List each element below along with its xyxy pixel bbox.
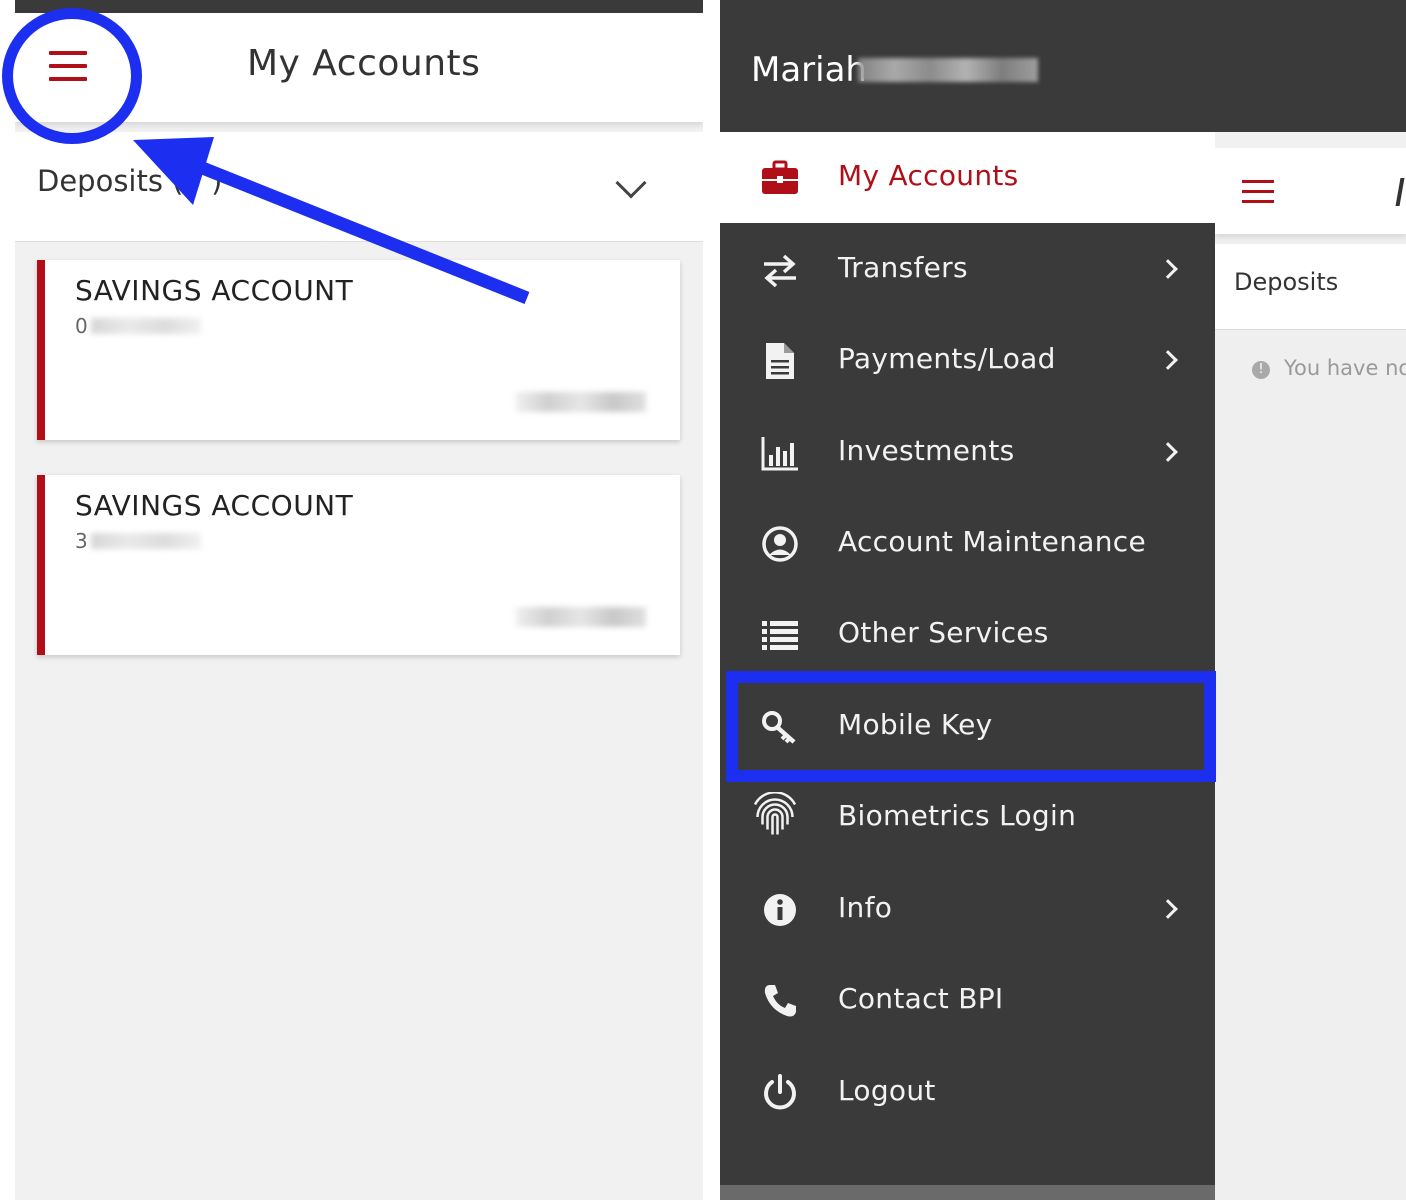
nav-item-logout[interactable]: Logout xyxy=(720,1047,1215,1138)
deposits-label: Deposits ( ) xyxy=(37,164,223,198)
background-app-header xyxy=(1215,148,1406,234)
nav-item-contact-bpi[interactable]: Contact BPI xyxy=(720,955,1215,1046)
list-icon xyxy=(762,621,798,650)
nav-item-label: Other Services xyxy=(838,616,1049,649)
nav-item-info[interactable]: Info xyxy=(720,864,1215,955)
nav-item-transfers[interactable]: Transfers xyxy=(720,224,1215,315)
redacted-account-number xyxy=(91,318,201,334)
alert-icon: ! xyxy=(1252,361,1270,379)
hamburger-menu-icon[interactable] xyxy=(49,51,87,81)
user-circle-icon xyxy=(762,526,798,562)
nav-item-payments-load[interactable]: Payments/Load xyxy=(720,315,1215,406)
chevron-right-icon xyxy=(1158,259,1178,279)
chevron-right-icon xyxy=(1158,350,1178,370)
account-number: 0 xyxy=(75,314,88,338)
empty-notice: ! You have no xyxy=(1252,356,1406,380)
app-header: My Accounts xyxy=(15,13,703,122)
right-screenshot: Deposits ! You have no Mariah My Accounts xyxy=(720,0,1406,1200)
nav-item-other-services[interactable]: Other Services xyxy=(720,589,1215,680)
account-card[interactable]: SAVINGS ACCOUNT 3 xyxy=(37,475,680,655)
page-title: My Accounts xyxy=(247,43,481,84)
redacted-account-number xyxy=(91,533,201,549)
status-bar xyxy=(15,0,703,13)
nav-item-account-maintenance[interactable]: Account Maintenance xyxy=(720,498,1215,589)
document-icon xyxy=(766,343,794,379)
power-icon xyxy=(764,1074,796,1110)
nav-item-label: Payments/Load xyxy=(838,342,1056,375)
nav-item-label: Contact BPI xyxy=(838,982,1004,1015)
chevron-right-icon xyxy=(1158,442,1178,462)
deposits-label: Deposits xyxy=(1234,268,1339,296)
chevron-right-icon xyxy=(1158,899,1178,919)
redacted-surname xyxy=(858,58,1038,82)
background-app: Deposits ! You have no xyxy=(1215,148,1406,1200)
nav-item-investments[interactable]: Investments xyxy=(720,407,1215,498)
nav-item-label: Transfers xyxy=(838,251,968,284)
nav-item-biometrics-login[interactable]: Biometrics Login xyxy=(720,772,1215,863)
key-icon xyxy=(762,711,796,744)
redacted-balance xyxy=(516,392,646,412)
navigation-drawer: Mariah My Accounts Transfers Payments/Lo… xyxy=(720,0,1406,1200)
account-type: SAVINGS ACCOUNT xyxy=(75,489,354,522)
user-name: Mariah xyxy=(751,50,867,90)
redacted-balance xyxy=(516,607,646,627)
bar-chart-icon xyxy=(761,437,798,471)
briefcase-icon xyxy=(762,160,798,194)
nav-item-label: My Accounts xyxy=(838,159,1019,192)
navigation-bar xyxy=(720,1185,1215,1200)
drawer-user-header: Mariah xyxy=(720,0,1406,132)
account-number: 3 xyxy=(75,529,88,553)
phone-icon xyxy=(764,985,796,1017)
deposits-section-header[interactable]: Deposits ( ) xyxy=(15,132,703,242)
transfer-arrows-icon xyxy=(764,254,796,288)
title-fragment xyxy=(1395,178,1405,206)
info-icon xyxy=(764,894,796,926)
nav-item-label: Investments xyxy=(838,434,1015,467)
background-deposits-header[interactable]: Deposits xyxy=(1215,244,1406,330)
nav-item-label: Biometrics Login xyxy=(838,799,1077,832)
nav-item-mobile-key[interactable]: Mobile Key xyxy=(720,681,1215,772)
notice-text: You have no xyxy=(1284,356,1406,380)
left-screenshot: My Accounts Deposits ( ) SAVINGS ACCOUNT… xyxy=(15,0,703,1200)
nav-item-label: Mobile Key xyxy=(838,708,993,741)
chevron-down-icon[interactable] xyxy=(615,167,647,199)
nav-item-label: Info xyxy=(838,891,893,924)
account-card[interactable]: SAVINGS ACCOUNT 0 xyxy=(37,260,680,440)
nav-item-label: Account Maintenance xyxy=(838,525,1146,558)
nav-item-label: Logout xyxy=(838,1074,936,1107)
nav-item-my-accounts[interactable]: My Accounts xyxy=(720,132,1215,223)
hamburger-menu-icon[interactable] xyxy=(1242,180,1274,204)
account-type: SAVINGS ACCOUNT xyxy=(75,274,354,307)
fingerprint-icon xyxy=(753,792,797,835)
